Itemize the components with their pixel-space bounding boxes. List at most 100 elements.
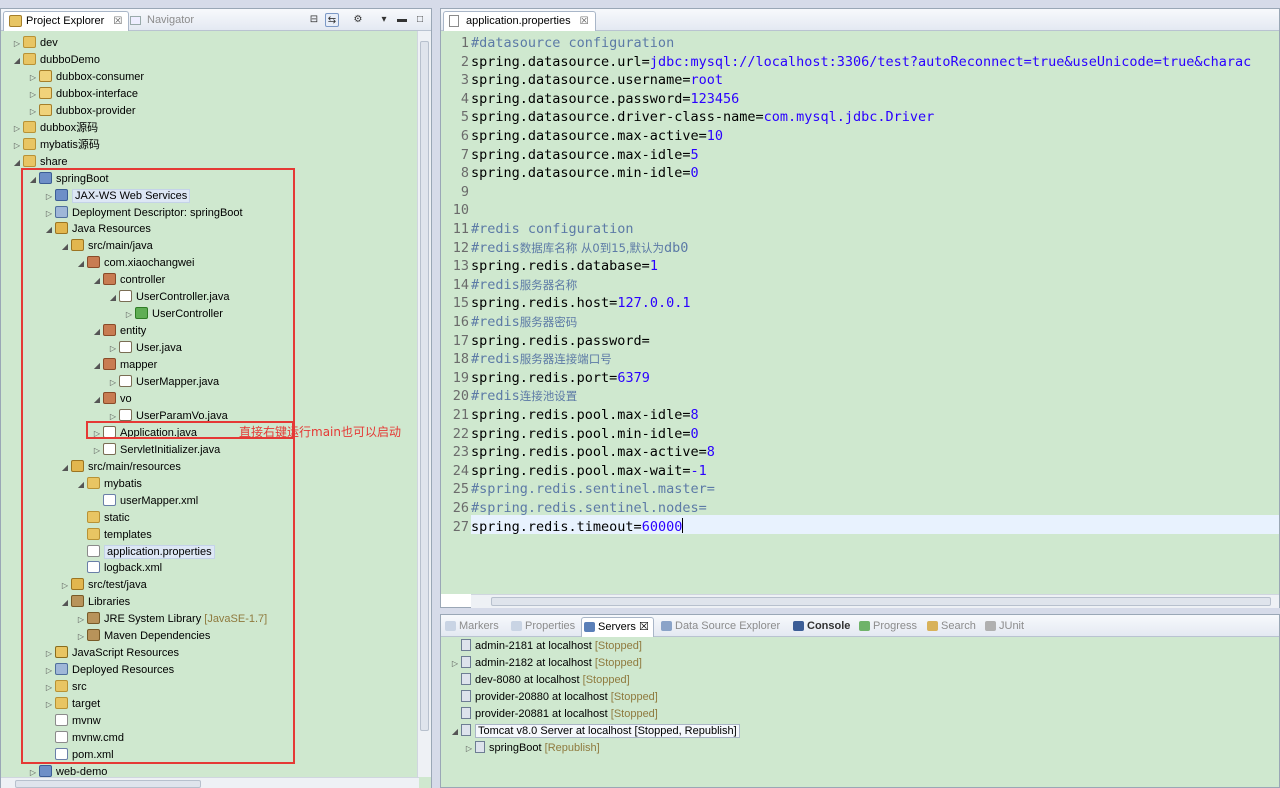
- code-line[interactable]: 8 spring.datasource.min-idle=0: [441, 164, 699, 183]
- tab-junit[interactable]: JUnit: [983, 617, 1028, 637]
- tree-item[interactable]: ▷ dev: [11, 35, 58, 52]
- code-line[interactable]: 6 spring.datasource.max-active=10: [441, 127, 723, 146]
- code-line[interactable]: 14 #redis服务器名称: [441, 276, 578, 295]
- collapsed-arrow-icon[interactable]: ▷: [11, 137, 23, 154]
- code-line[interactable]: 13 spring.redis.database=1: [441, 257, 658, 276]
- expanded-arrow-icon[interactable]: ◢: [449, 723, 461, 740]
- servers-panel: Markers Properties Servers ☒ Data Source Ex…: [440, 614, 1280, 788]
- code-line[interactable]: 11 #redis configuration: [441, 220, 634, 239]
- console-icon: [793, 621, 804, 631]
- tab-search[interactable]: Search: [925, 617, 980, 637]
- code-line[interactable]: 18 #redis服务器连接端口号: [441, 350, 612, 369]
- collapsed-arrow-icon[interactable]: ▷: [27, 69, 39, 86]
- code-line[interactable]: 23 spring.redis.pool.max-active=8: [441, 443, 715, 462]
- code-line[interactable]: 19 spring.redis.port=6379: [441, 369, 650, 388]
- server-item[interactable]: ▷ springBoot [Republish]: [463, 740, 600, 757]
- link-with-editor-icon[interactable]: ⇆: [325, 13, 339, 27]
- tab-label: Data Source Explorer: [675, 620, 781, 632]
- code-line[interactable]: 12 #redis数据库名称 从0到15,默认为db0: [441, 239, 689, 258]
- code-line[interactable]: 25 #spring.redis.sentinel.master=: [441, 480, 715, 499]
- tree-item[interactable]: ▷ dubbox源码: [11, 120, 98, 137]
- maximize-icon[interactable]: □: [413, 13, 427, 27]
- server-label-wrap: admin-2182 at localhost [Stopped]: [475, 657, 642, 669]
- minimize-icon[interactable]: ▬: [395, 13, 409, 27]
- code-token: jdbc:mysql://localhost:3306/test?autoRec…: [649, 53, 1252, 70]
- code-token: 连接池设置: [519, 389, 578, 404]
- code-line[interactable]: 15 spring.redis.host=127.0.0.1: [441, 294, 691, 313]
- tab-label: Progress: [873, 620, 918, 632]
- code-line[interactable]: 9: [441, 183, 471, 202]
- collapsed-arrow-icon[interactable]: ▷: [27, 103, 39, 120]
- tab-data-source-explorer[interactable]: Data Source Explorer: [659, 617, 784, 637]
- scroll-thumb[interactable]: [420, 41, 429, 731]
- tab-markers[interactable]: Markers: [443, 617, 503, 637]
- code-line[interactable]: 21 spring.redis.pool.max-idle=8: [441, 406, 699, 425]
- server-item[interactable]: ◢ Tomcat v8.0 Server at localhost [Stoppe…: [449, 723, 740, 740]
- tree-item[interactable]: ▷ dubbox-interface: [27, 86, 138, 103]
- tab-project-explorer[interactable]: Project Explorer ☒: [3, 11, 130, 31]
- vertical-scrollbar[interactable]: [417, 31, 431, 777]
- code-line[interactable]: 1 #datasource configuration: [441, 34, 674, 53]
- horizontal-scrollbar[interactable]: [1, 777, 419, 788]
- code-token: 6379: [617, 369, 650, 386]
- tree-item[interactable]: ◢ dubboDemo: [11, 52, 100, 69]
- code-token: 127.0.0.1: [617, 295, 691, 312]
- tree-item[interactable]: ▷ dubbox-consumer: [27, 69, 144, 86]
- close-icon[interactable]: ☒: [636, 621, 649, 633]
- server-item[interactable]: dev-8080 at localhost [Stopped]: [449, 672, 630, 689]
- collapsed-arrow-icon[interactable]: ▷: [11, 120, 23, 137]
- folder-icon: [23, 137, 36, 150]
- servers-list[interactable]: admin-2181 at localhost [Stopped] ▷ admin-…: [441, 637, 1279, 787]
- tree-item[interactable]: ▷ dubbox-provider: [27, 103, 136, 120]
- tree-item[interactable]: ▷ mybatis源码: [11, 137, 100, 154]
- code-line[interactable]: 20 #redis连接池设置: [441, 387, 578, 406]
- server-status: [Stopped]: [610, 708, 658, 720]
- view-menu-icon[interactable]: ▾: [377, 13, 391, 27]
- tab-console[interactable]: Console: [791, 617, 854, 637]
- code-line[interactable]: 27 spring.redis.timeout=60000: [441, 517, 684, 537]
- close-icon[interactable]: ☒: [580, 16, 589, 27]
- collapsed-arrow-icon[interactable]: ▷: [11, 35, 23, 52]
- code-token: 服务器连接端口号: [519, 352, 612, 367]
- code-area[interactable]: 1 #datasource configuration 2 spring.dataso…: [441, 31, 1279, 594]
- tab-progress[interactable]: Progress: [857, 617, 921, 637]
- code-line[interactable]: 2 spring.datasource.url=jdbc:mysql://loca…: [441, 53, 1251, 72]
- scroll-thumb[interactable]: [15, 780, 201, 788]
- server-icon: [461, 690, 471, 702]
- editor-tabbar: application.properties ☒: [441, 9, 1279, 31]
- tab-servers[interactable]: Servers ☒: [581, 617, 654, 637]
- code-line[interactable]: 3 spring.datasource.username=root: [441, 71, 723, 90]
- filter-icon[interactable]: ⚙: [351, 13, 365, 27]
- expanded-arrow-icon[interactable]: ◢: [11, 52, 23, 69]
- scroll-thumb[interactable]: [491, 597, 1271, 606]
- code-token: spring.redis.pool.max-idle=: [471, 407, 691, 423]
- code-line[interactable]: 10: [441, 201, 471, 220]
- code-token: 服务器名称: [519, 277, 578, 292]
- tree-item-label: dubbox-provider: [56, 104, 136, 117]
- tab-application-properties[interactable]: application.properties ☒: [443, 11, 596, 31]
- tab-properties[interactable]: Properties: [509, 617, 579, 637]
- code-line[interactable]: 26 #spring.redis.sentinel.nodes=: [441, 499, 707, 518]
- server-item[interactable]: ▷ admin-2182 at localhost [Stopped]: [449, 655, 642, 672]
- collapsed-arrow-icon[interactable]: ▷: [27, 86, 39, 103]
- server-item[interactable]: provider-20881 at localhost [Stopped]: [449, 706, 658, 723]
- tree-item-label: dubbox-interface: [56, 87, 138, 100]
- code-line[interactable]: 17 spring.redis.password=: [441, 332, 650, 351]
- code-line[interactable]: 16 #redis服务器密码: [441, 313, 578, 332]
- editor-horizontal-scrollbar[interactable]: [471, 594, 1279, 608]
- code-line[interactable]: 7 spring.datasource.max-idle=5: [441, 146, 699, 165]
- code-token: spring.datasource.max-idle=: [471, 146, 691, 163]
- code-line[interactable]: 24 spring.redis.pool.max-wait=-1: [441, 462, 707, 481]
- collapsed-arrow-icon[interactable]: ▷: [449, 655, 461, 672]
- code-line[interactable]: 22 spring.redis.pool.min-idle=0: [441, 425, 699, 444]
- project-icon: [39, 86, 52, 99]
- code-line[interactable]: 5 spring.datasource.driver-class-name=com…: [441, 108, 934, 127]
- server-item[interactable]: provider-20880 at localhost [Stopped]: [449, 689, 658, 706]
- collapse-all-icon[interactable]: ⊟: [307, 13, 321, 27]
- close-icon[interactable]: ☒: [113, 16, 122, 27]
- server-status: [Stopped]: [610, 691, 658, 703]
- server-item[interactable]: admin-2181 at localhost [Stopped]: [449, 638, 642, 655]
- collapsed-arrow-icon[interactable]: ▷: [463, 740, 475, 757]
- tab-navigator[interactable]: Navigator: [125, 11, 200, 31]
- code-line[interactable]: 4 spring.datasource.password=123456: [441, 90, 739, 109]
